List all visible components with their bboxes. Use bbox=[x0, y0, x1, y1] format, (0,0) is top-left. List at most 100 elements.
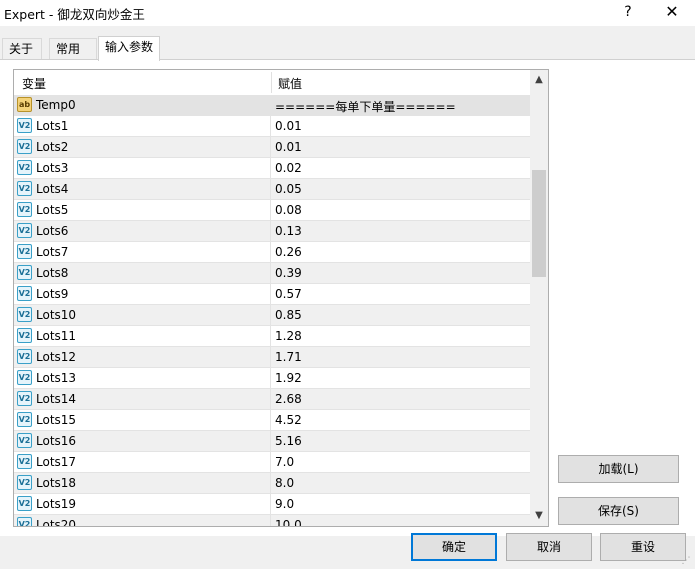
scroll-down-icon[interactable]: ▼ bbox=[530, 506, 548, 526]
value-cell[interactable]: 0.26 bbox=[275, 245, 302, 259]
value-cell[interactable]: 5.16 bbox=[275, 434, 302, 448]
variable-cell[interactable]: V2 Lots6 bbox=[14, 221, 271, 241]
variable-cell[interactable]: V2 Lots4 bbox=[14, 179, 271, 199]
table-row[interactable]: V2 Lots10 0.85 bbox=[14, 305, 530, 326]
value-cell[interactable]: 0.02 bbox=[275, 161, 302, 175]
column-header-variable[interactable]: 变量 bbox=[22, 75, 46, 92]
save-button[interactable]: 保存(S) bbox=[558, 497, 679, 525]
table-row[interactable]: V2 Lots16 5.16 bbox=[14, 431, 530, 452]
grid-header: 变量 赋值 bbox=[14, 70, 530, 95]
tab-input-params[interactable]: 输入参数 bbox=[98, 36, 160, 61]
parameters-grid[interactable]: 变量 赋值 ab Temp0 ======每单下单量====== V2 Lots1 0.0… bbox=[13, 69, 549, 527]
value-cell[interactable]: 0.57 bbox=[275, 287, 302, 301]
value-cell[interactable]: ======每单下单量====== bbox=[275, 98, 456, 115]
value-cell[interactable]: 0.05 bbox=[275, 182, 302, 196]
variable-cell[interactable]: V2 Lots7 bbox=[14, 242, 271, 262]
table-row[interactable]: V2 Lots5 0.08 bbox=[14, 200, 530, 221]
double-type-icon: V2 bbox=[17, 328, 32, 343]
table-row[interactable]: V2 Lots9 0.57 bbox=[14, 284, 530, 305]
table-row[interactable]: V2 Lots17 7.0 bbox=[14, 452, 530, 473]
table-row[interactable]: V2 Lots12 1.71 bbox=[14, 347, 530, 368]
variable-name: Lots1 bbox=[36, 119, 69, 133]
double-type-icon: V2 bbox=[17, 286, 32, 301]
value-cell[interactable]: 9.0 bbox=[275, 497, 294, 511]
table-row[interactable]: V2 Lots11 1.28 bbox=[14, 326, 530, 347]
table-row[interactable]: V2 Lots18 8.0 bbox=[14, 473, 530, 494]
variable-name: Lots20 bbox=[36, 518, 77, 527]
value-cell[interactable]: 0.39 bbox=[275, 266, 302, 280]
column-header-value[interactable]: 赋值 bbox=[278, 75, 302, 92]
table-row[interactable]: V2 Lots7 0.26 bbox=[14, 242, 530, 263]
variable-cell[interactable]: V2 Lots11 bbox=[14, 326, 271, 346]
table-row[interactable]: V2 Lots3 0.02 bbox=[14, 158, 530, 179]
variable-cell[interactable]: ab Temp0 bbox=[14, 95, 271, 115]
help-button[interactable]: ? bbox=[618, 2, 638, 22]
variable-cell[interactable]: V2 Lots15 bbox=[14, 410, 271, 430]
value-cell[interactable]: 7.0 bbox=[275, 455, 294, 469]
double-type-icon: V2 bbox=[17, 475, 32, 490]
vertical-scrollbar[interactable]: ▲ ▼ bbox=[530, 70, 548, 526]
table-row[interactable]: V2 Lots1 0.01 bbox=[14, 116, 530, 137]
variable-name: Lots17 bbox=[36, 455, 77, 469]
value-cell[interactable]: 0.85 bbox=[275, 308, 302, 322]
tab-about[interactable]: 关于 bbox=[2, 38, 42, 60]
variable-cell[interactable]: V2 Lots19 bbox=[14, 494, 271, 514]
variable-cell[interactable]: V2 Lots18 bbox=[14, 473, 271, 493]
variable-name: Lots19 bbox=[36, 497, 77, 511]
table-row[interactable]: V2 Lots14 2.68 bbox=[14, 389, 530, 410]
double-type-icon: V2 bbox=[17, 433, 32, 448]
tab-bar: 关于 常用 输入参数 bbox=[0, 36, 695, 61]
value-cell[interactable]: 1.92 bbox=[275, 371, 302, 385]
scroll-thumb[interactable] bbox=[532, 170, 546, 277]
value-cell[interactable]: 2.68 bbox=[275, 392, 302, 406]
value-cell[interactable]: 0.08 bbox=[275, 203, 302, 217]
variable-cell[interactable]: V2 Lots8 bbox=[14, 263, 271, 283]
close-button[interactable]: ✕ bbox=[660, 2, 684, 22]
variable-cell[interactable]: V2 Lots10 bbox=[14, 305, 271, 325]
table-row[interactable]: V2 Lots2 0.01 bbox=[14, 137, 530, 158]
scroll-up-icon[interactable]: ▲ bbox=[530, 70, 548, 90]
tab-common[interactable]: 常用 bbox=[49, 38, 97, 60]
variable-cell[interactable]: V2 Lots16 bbox=[14, 431, 271, 451]
table-row[interactable]: ab Temp0 ======每单下单量====== bbox=[14, 95, 530, 116]
double-type-icon: V2 bbox=[17, 454, 32, 469]
variable-cell[interactable]: V2 Lots17 bbox=[14, 452, 271, 472]
table-row[interactable]: V2 Lots6 0.13 bbox=[14, 221, 530, 242]
value-cell[interactable]: 4.52 bbox=[275, 413, 302, 427]
resize-grip-icon[interactable]: ⋰ bbox=[680, 555, 692, 567]
value-cell[interactable]: 0.01 bbox=[275, 140, 302, 154]
reset-button[interactable]: 重设 bbox=[600, 533, 686, 561]
table-row[interactable]: V2 Lots20 10.0 bbox=[14, 515, 530, 527]
table-row[interactable]: V2 Lots8 0.39 bbox=[14, 263, 530, 284]
variable-cell[interactable]: V2 Lots1 bbox=[14, 116, 271, 136]
variable-cell[interactable]: V2 Lots3 bbox=[14, 158, 271, 178]
value-cell[interactable]: 10.0 bbox=[275, 518, 302, 526]
window-title: Expert - 御龙双向炒金王 bbox=[4, 7, 145, 22]
variable-name: Lots15 bbox=[36, 413, 77, 427]
title-bar: Expert - 御龙双向炒金王 ? ✕ bbox=[0, 0, 695, 26]
variable-cell[interactable]: V2 Lots20 bbox=[14, 515, 271, 527]
variable-name: Lots13 bbox=[36, 371, 77, 385]
variable-cell[interactable]: V2 Lots14 bbox=[14, 389, 271, 409]
cancel-button[interactable]: 取消 bbox=[506, 533, 592, 561]
variable-cell[interactable]: V2 Lots13 bbox=[14, 368, 271, 388]
variable-cell[interactable]: V2 Lots5 bbox=[14, 200, 271, 220]
double-type-icon: V2 bbox=[17, 181, 32, 196]
value-cell[interactable]: 0.13 bbox=[275, 224, 302, 238]
value-cell[interactable]: 8.0 bbox=[275, 476, 294, 490]
value-cell[interactable]: 1.71 bbox=[275, 350, 302, 364]
variable-name: Lots2 bbox=[36, 140, 69, 154]
table-row[interactable]: V2 Lots13 1.92 bbox=[14, 368, 530, 389]
table-row[interactable]: V2 Lots4 0.05 bbox=[14, 179, 530, 200]
load-button[interactable]: 加载(L) bbox=[558, 455, 679, 483]
variable-cell[interactable]: V2 Lots2 bbox=[14, 137, 271, 157]
table-row[interactable]: V2 Lots19 9.0 bbox=[14, 494, 530, 515]
table-row[interactable]: V2 Lots15 4.52 bbox=[14, 410, 530, 431]
ok-button[interactable]: 确定 bbox=[411, 533, 497, 561]
grid-rows: ab Temp0 ======每单下单量====== V2 Lots1 0.01 V2 Lot… bbox=[14, 95, 530, 527]
column-divider[interactable] bbox=[271, 72, 272, 93]
variable-cell[interactable]: V2 Lots12 bbox=[14, 347, 271, 367]
value-cell[interactable]: 0.01 bbox=[275, 119, 302, 133]
value-cell[interactable]: 1.28 bbox=[275, 329, 302, 343]
variable-cell[interactable]: V2 Lots9 bbox=[14, 284, 271, 304]
